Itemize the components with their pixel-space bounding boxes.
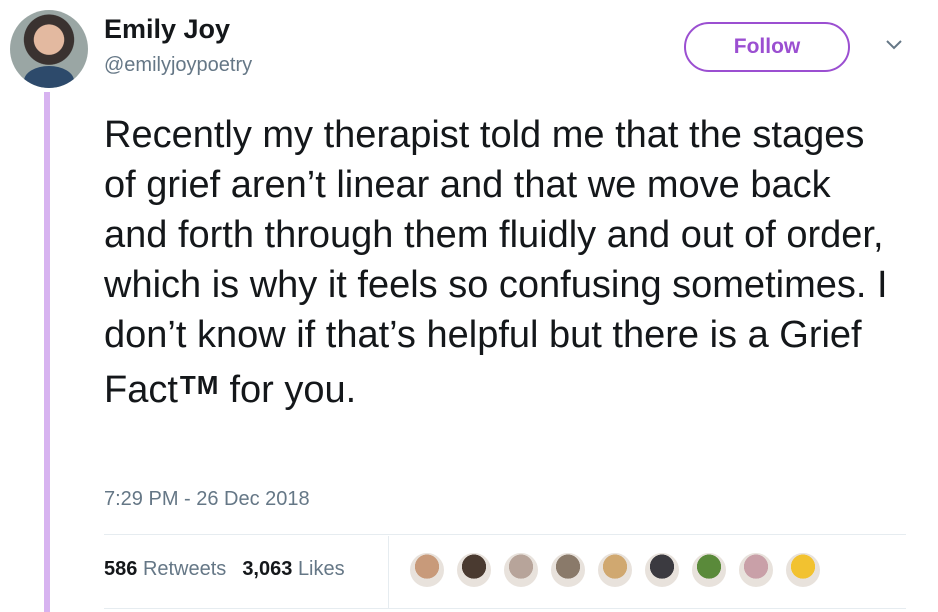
tweet-timestamp[interactable]: 7:29 PM - 26 Dec 2018 — [104, 488, 310, 511]
chevron-down-icon[interactable] — [884, 38, 904, 52]
divider-bottom — [104, 608, 906, 609]
follow-button[interactable]: Follow — [684, 22, 850, 72]
avatar-shirt — [24, 66, 74, 88]
retweets-count: 586 — [104, 558, 138, 580]
tweet-text-main: Recently my therapist told me that the s… — [104, 114, 888, 411]
liker-avatar[interactable] — [502, 551, 540, 589]
liker-avatar[interactable] — [737, 551, 775, 589]
likes-label: Likes — [297, 558, 345, 580]
tweet-stats: 586 Retweets 3,063 Likes — [104, 558, 345, 581]
tweet-text: Recently my therapist told me that the s… — [104, 110, 904, 415]
likes-stat[interactable]: 3,063 Likes — [242, 558, 344, 581]
stats-separator — [388, 536, 389, 608]
author-name[interactable]: Emily Joy — [104, 14, 230, 45]
author-handle[interactable]: @emilyjoypoetry — [104, 54, 252, 77]
liker-avatars — [408, 551, 822, 589]
liker-avatar[interactable] — [549, 551, 587, 589]
likes-count: 3,063 — [242, 558, 293, 580]
retweets-stat[interactable]: 586 Retweets — [104, 558, 226, 581]
author-avatar[interactable] — [10, 10, 88, 88]
liker-avatar[interactable] — [596, 551, 634, 589]
divider-top — [104, 534, 906, 535]
liker-avatar[interactable] — [408, 551, 446, 589]
liker-avatar[interactable] — [455, 551, 493, 589]
tweet-text-end: for you. — [229, 369, 357, 411]
liker-avatar[interactable] — [784, 551, 822, 589]
thread-line — [44, 92, 50, 612]
liker-avatar[interactable] — [643, 551, 681, 589]
trademark-mark: TM — [179, 370, 220, 400]
liker-avatar[interactable] — [690, 551, 728, 589]
retweets-label: Retweets — [142, 558, 227, 580]
